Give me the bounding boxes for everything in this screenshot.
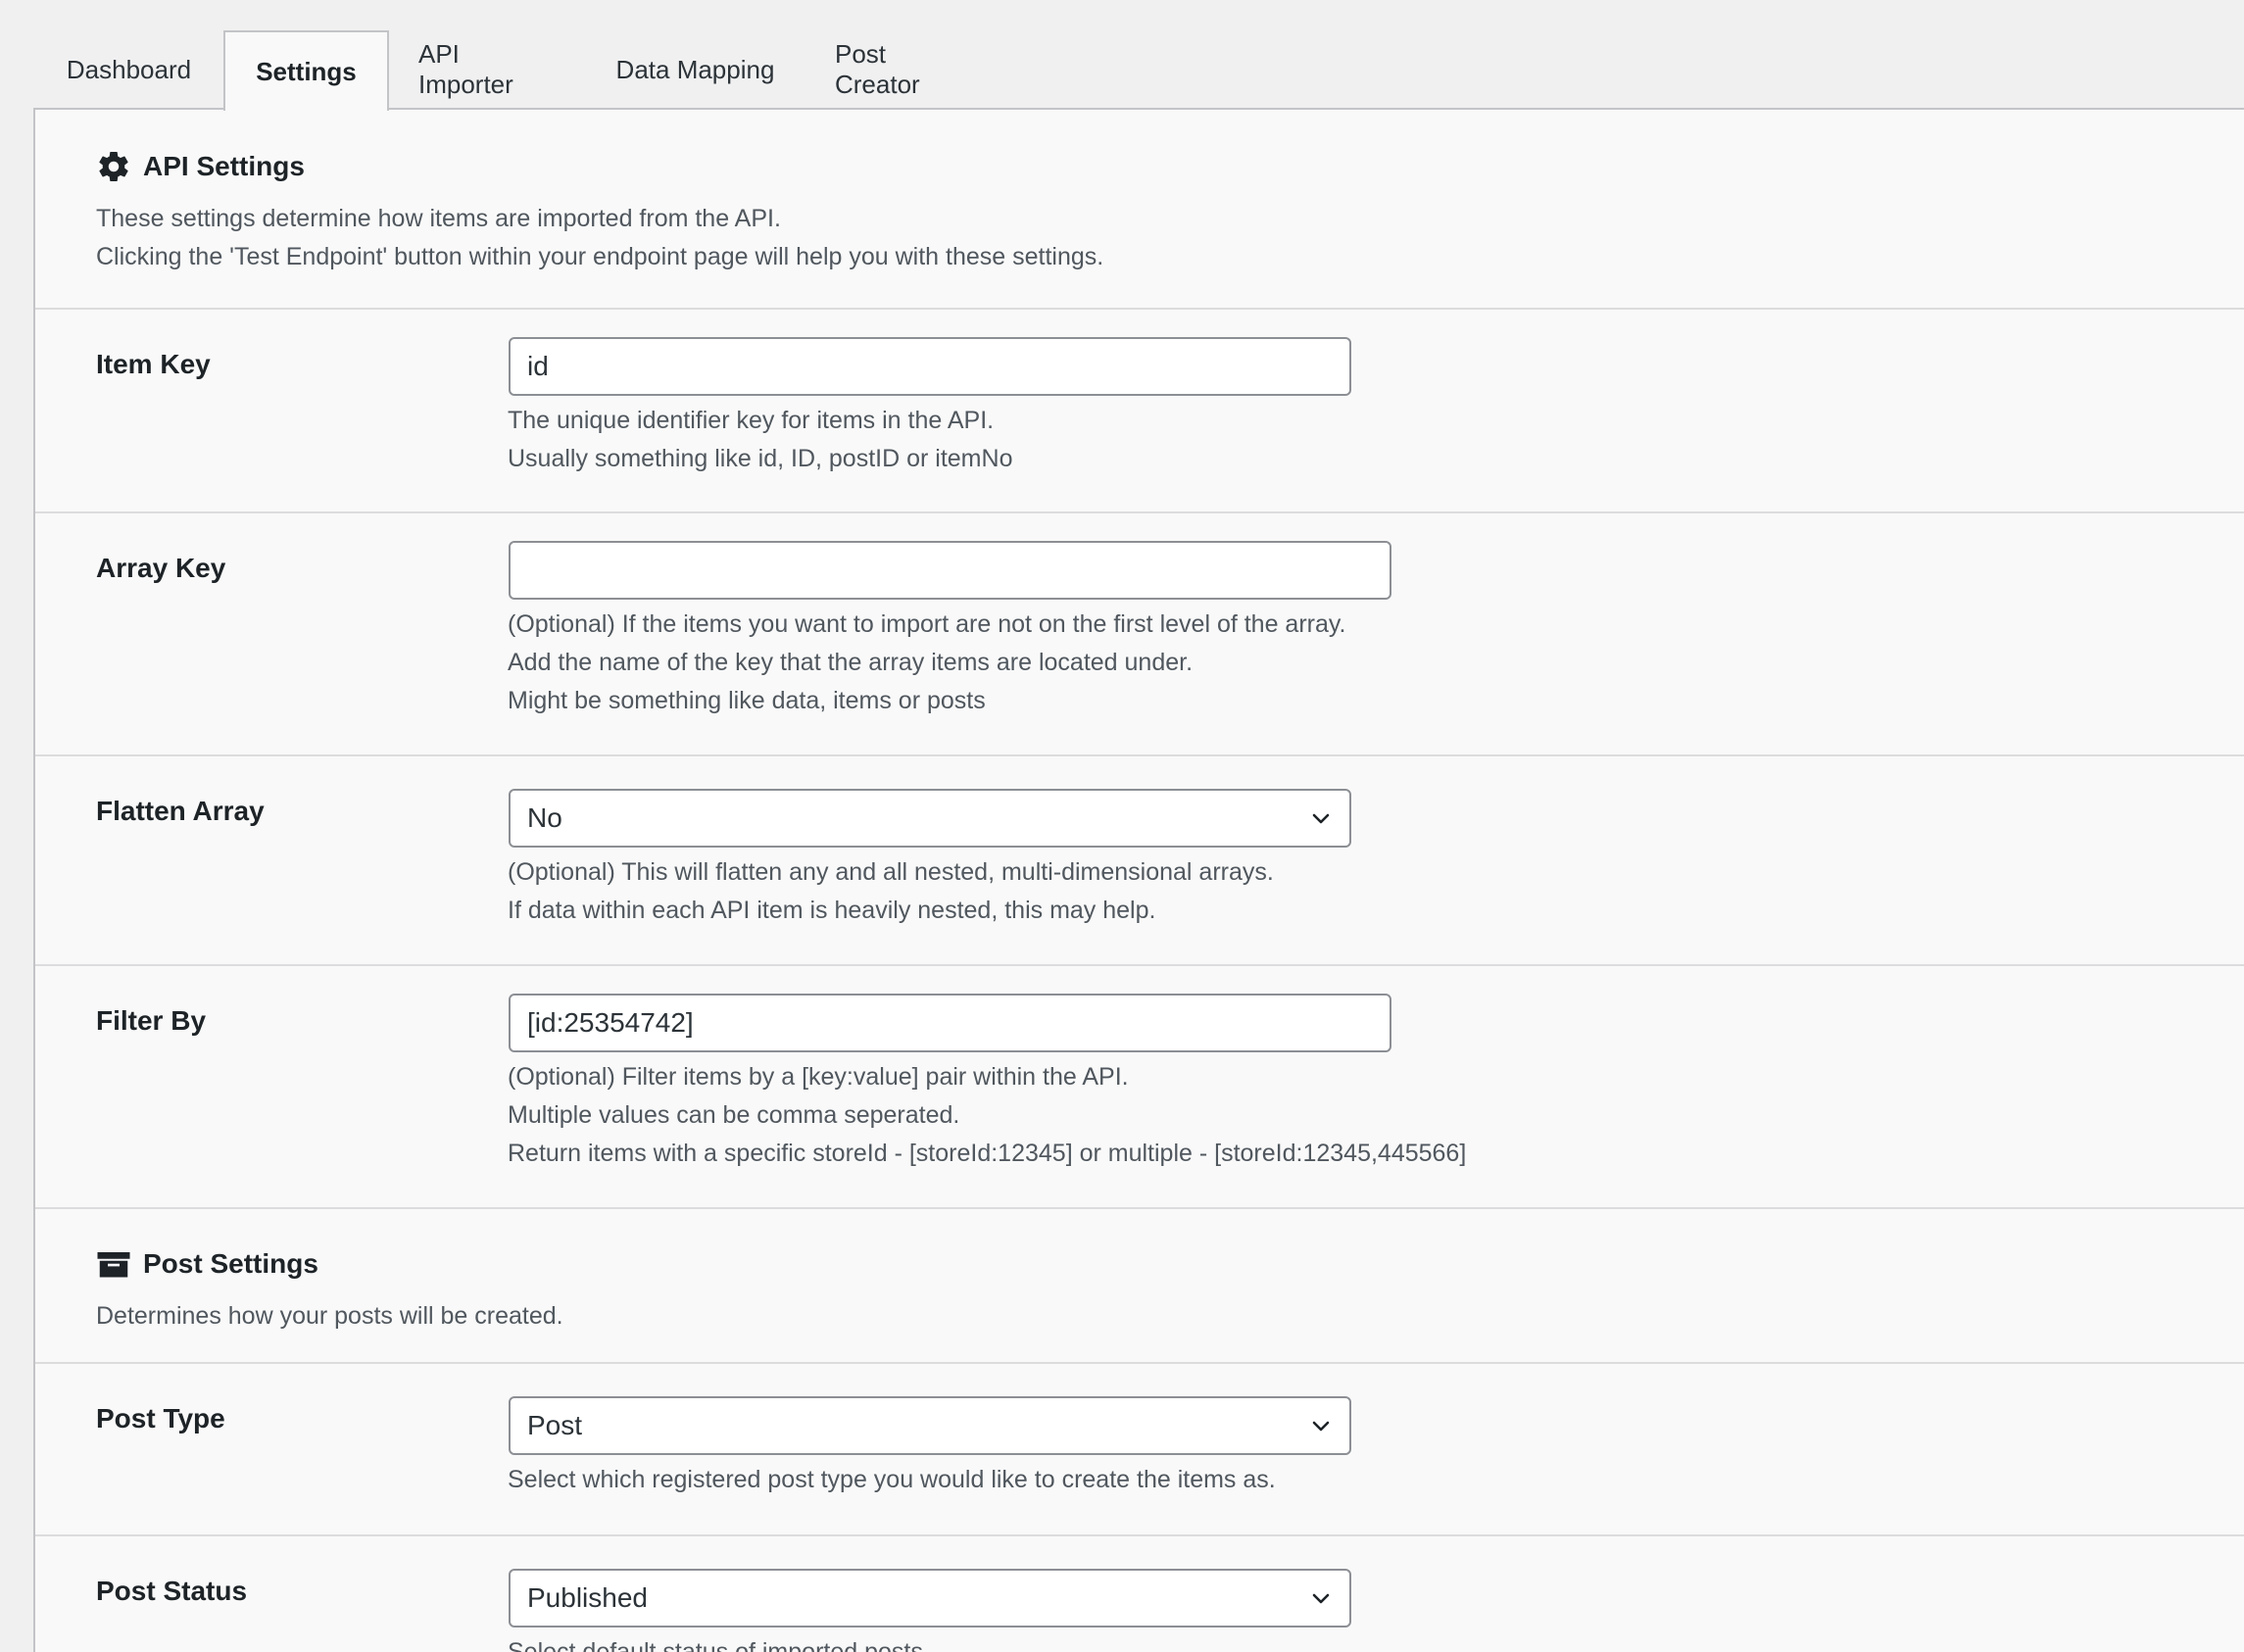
item-key-help: The unique identifier key for items in t… xyxy=(508,402,1012,478)
tab-settings[interactable]: Settings xyxy=(223,30,389,111)
help-line: Return items with a specific storeId - [… xyxy=(508,1140,1467,1167)
filter-by-row: Filter By [id:25354742] (Optional) Filte… xyxy=(35,966,2244,1209)
post-status-help: Select default status of imported posts. xyxy=(508,1633,930,1652)
api-settings-desc-line: These settings determine how items are i… xyxy=(96,205,781,232)
help-line: Select default status of imported posts. xyxy=(508,1638,930,1652)
filter-by-label: Filter By xyxy=(96,1005,207,1036)
api-settings-title: API Settings xyxy=(96,149,305,184)
gear-icon xyxy=(96,149,131,184)
api-settings-desc-line: Clicking the 'Test Endpoint' button with… xyxy=(96,243,1104,270)
flatten-array-selected: No xyxy=(527,802,562,833)
archive-icon xyxy=(96,1246,131,1282)
flatten-array-select[interactable]: No xyxy=(509,789,1351,848)
api-settings-title-text: API Settings xyxy=(143,151,305,181)
nav-tabs: Dashboard Settings API Importer Data Map… xyxy=(34,30,990,111)
post-settings-title-text: Post Settings xyxy=(143,1248,318,1279)
help-line: Multiple values can be comma seperated. xyxy=(508,1101,960,1129)
item-key-row: Item Key id The unique identifier key fo… xyxy=(35,310,2244,513)
api-settings-header: API Settings These settings determine ho… xyxy=(35,110,2244,310)
post-status-row: Post Status Published Select default sta… xyxy=(35,1536,2244,1652)
filter-by-input[interactable]: [id:25354742] xyxy=(509,994,1391,1052)
tab-dashboard[interactable]: Dashboard xyxy=(34,30,223,109)
flatten-array-help: (Optional) This will flatten any and all… xyxy=(508,853,1274,930)
help-line: Add the name of the key that the array i… xyxy=(508,649,1194,676)
tab-post-creator[interactable]: Post Creator xyxy=(805,30,990,109)
settings-panel: API Settings These settings determine ho… xyxy=(33,108,2244,1652)
post-type-select[interactable]: Post xyxy=(509,1396,1351,1455)
chevron-down-icon xyxy=(1309,1414,1333,1437)
flatten-array-label: Flatten Array xyxy=(96,796,265,826)
post-settings-header: Post Settings Determines how your posts … xyxy=(35,1209,2244,1364)
help-line: Might be something like data, items or p… xyxy=(508,687,986,714)
chevron-down-icon xyxy=(1309,1586,1333,1610)
post-type-row: Post Type Post Select which registered p… xyxy=(35,1364,2244,1536)
post-settings-title: Post Settings xyxy=(96,1246,318,1282)
post-status-select[interactable]: Published xyxy=(509,1569,1351,1628)
item-key-label: Item Key xyxy=(96,349,211,379)
post-status-label: Post Status xyxy=(96,1576,248,1606)
chevron-down-icon xyxy=(1309,806,1333,830)
array-key-label: Array Key xyxy=(96,553,226,583)
help-line: If data within each API item is heavily … xyxy=(508,897,1156,924)
help-line: The unique identifier key for items in t… xyxy=(508,407,995,434)
help-line: Select which registered post type you wo… xyxy=(508,1466,1276,1493)
array-key-row: Array Key (Optional) If the items you wa… xyxy=(35,513,2244,756)
tab-api-importer[interactable]: API Importer xyxy=(389,30,585,109)
help-line: (Optional) This will flatten any and all… xyxy=(508,858,1274,886)
help-line: (Optional) Filter items by a [key:value]… xyxy=(508,1063,1129,1091)
post-status-selected: Published xyxy=(527,1582,648,1613)
help-line: (Optional) If the items you want to impo… xyxy=(508,610,1346,638)
array-key-input[interactable] xyxy=(509,541,1391,600)
post-settings-desc-line: Determines how your posts will be create… xyxy=(96,1302,563,1330)
help-line: Usually something like id, ID, postID or… xyxy=(508,445,1013,472)
post-type-help: Select which registered post type you wo… xyxy=(508,1461,1276,1499)
post-type-label: Post Type xyxy=(96,1403,225,1433)
item-key-input[interactable]: id xyxy=(509,337,1351,396)
filter-by-help: (Optional) Filter items by a [key:value]… xyxy=(508,1058,1466,1173)
post-type-selected: Post xyxy=(527,1410,583,1440)
flatten-array-row: Flatten Array No (Optional) This will fl… xyxy=(35,756,2244,966)
array-key-help: (Optional) If the items you want to impo… xyxy=(508,606,1345,720)
tab-data-mapping[interactable]: Data Mapping xyxy=(585,30,805,109)
post-settings-description: Determines how your posts will be create… xyxy=(96,1297,563,1336)
api-settings-description: These settings determine how items are i… xyxy=(96,200,1103,276)
